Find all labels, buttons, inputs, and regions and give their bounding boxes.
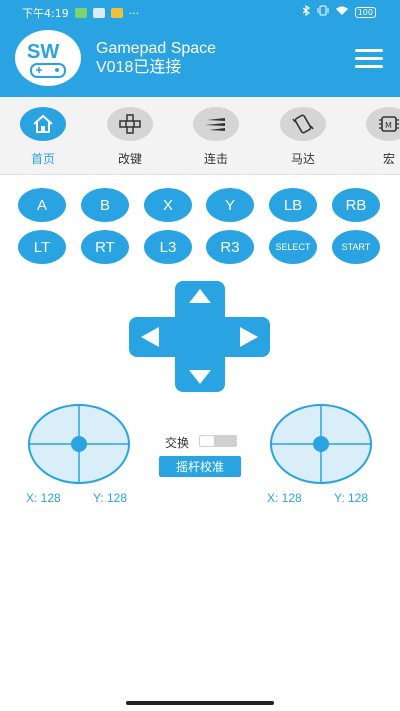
dpad-left-arrow-icon[interactable] — [141, 327, 159, 347]
menu-icon-bar — [355, 57, 383, 60]
button-select[interactable]: SELECT — [269, 230, 317, 264]
connection-status: V018已连接 — [96, 59, 182, 76]
gesture-navigation-bar[interactable] — [126, 701, 274, 705]
dpad-right-arrow-icon[interactable] — [240, 327, 258, 347]
menu-icon-bar — [355, 49, 383, 52]
button-lb[interactable]: LB — [269, 188, 317, 222]
tab-bar: 首页 改键 连击 马达 M 宏 — [0, 97, 400, 175]
button-lt[interactable]: LT — [18, 230, 66, 264]
chip-icon: M — [366, 107, 400, 141]
tab-turbo-label: 连击 — [203, 152, 228, 166]
swap-toggle[interactable] — [199, 435, 237, 447]
app-name: Gamepad Space — [96, 40, 217, 57]
vibrate-icon — [317, 5, 329, 19]
svg-text:M: M — [385, 121, 392, 130]
svg-text:SW: SW — [27, 41, 59, 63]
wechat-notification-icon — [74, 8, 87, 18]
app-title: Gamepad Space V018已连接 — [96, 39, 216, 77]
app-notification-icon — [92, 8, 105, 18]
turbo-icon — [193, 107, 239, 141]
dpad — [129, 281, 270, 392]
left-stick-x: X: 128 — [26, 491, 61, 505]
app-header: SW Gamepad Space V018已连接 — [0, 24, 400, 97]
dpad-down-arrow-icon[interactable] — [189, 370, 211, 384]
calibrate-button[interactable]: 摇杆校准 — [159, 456, 241, 477]
right-joystick[interactable] — [270, 404, 372, 484]
tab-home-label: 首页 — [30, 152, 55, 166]
tab-vibration[interactable]: 马达 — [273, 107, 333, 167]
battery-indicator: 100 — [354, 6, 376, 18]
right-joystick-knob — [313, 436, 329, 452]
app-logo: SW — [15, 30, 81, 86]
tab-remap-label: 改键 — [117, 152, 142, 166]
home-icon — [20, 107, 66, 141]
button-rb[interactable]: RB — [332, 188, 380, 222]
right-stick-x: X: 128 — [267, 491, 302, 505]
wifi-icon — [335, 5, 349, 19]
tab-vibration-label: 马达 — [290, 152, 315, 166]
remap-icon — [107, 107, 153, 141]
tab-macro[interactable]: M 宏 — [359, 107, 400, 167]
left-stick-y: Y: 128 — [93, 491, 128, 505]
menu-icon-bar — [355, 65, 383, 68]
dpad-up-arrow-icon[interactable] — [189, 289, 211, 303]
button-start[interactable]: START — [332, 230, 380, 264]
message-notification-icon — [110, 8, 123, 18]
status-time: 下午4:19 — [22, 7, 69, 20]
button-y[interactable]: Y — [206, 188, 254, 222]
swap-label: 交换 — [165, 436, 190, 450]
right-stick-y: Y: 128 — [334, 491, 369, 505]
tab-turbo[interactable]: 连击 — [186, 107, 246, 167]
button-a[interactable]: A — [18, 188, 66, 222]
button-rt[interactable]: RT — [81, 230, 129, 264]
vibration-icon — [280, 107, 326, 141]
button-r3[interactable]: R3 — [206, 230, 254, 264]
left-joystick-knob — [71, 436, 87, 452]
tab-remap[interactable]: 改键 — [100, 107, 160, 167]
button-x[interactable]: X — [144, 188, 192, 222]
button-b[interactable]: B — [81, 188, 129, 222]
left-joystick[interactable] — [28, 404, 130, 484]
menu-button[interactable] — [355, 49, 383, 71]
bluetooth-icon — [302, 4, 311, 19]
tab-home[interactable]: 首页 — [13, 107, 73, 167]
tab-macro-label: 宏 — [382, 152, 395, 166]
status-bar: 下午4:19 ··· 100 — [0, 0, 400, 24]
button-l3[interactable]: L3 — [144, 230, 192, 264]
more-notifications: ··· — [128, 6, 140, 20]
swap-toggle-knob — [200, 436, 214, 446]
